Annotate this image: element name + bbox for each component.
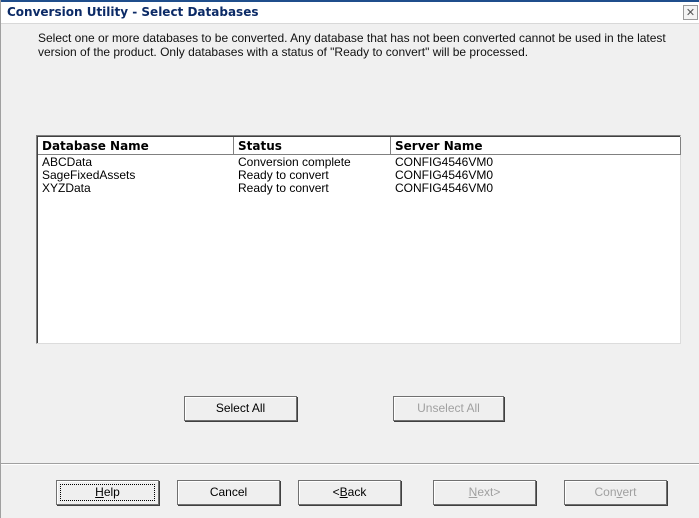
list-header: Database Name Status Server Name <box>38 137 681 155</box>
convert-label-post: ert <box>622 485 637 499</box>
status-cell: Ready to convert <box>238 181 329 195</box>
instructions-text: Select one or more databases to be conve… <box>38 31 666 59</box>
convert-label-pre: Con <box>594 485 617 499</box>
title-bar: Conversion Utility - Select Databases ✕ <box>1 0 699 24</box>
help-button[interactable]: Help <box>56 480 159 505</box>
table-row[interactable]: XYZData Ready to convert CONFIG4546VM0 <box>38 182 679 195</box>
server-name-cell: CONFIG4546VM0 <box>395 181 494 195</box>
back-label-pre: < <box>332 485 340 499</box>
database-name-cell: XYZData <box>42 181 91 195</box>
column-header-status[interactable]: Status <box>234 137 391 155</box>
help-mnemonic: H <box>95 485 104 499</box>
back-button[interactable]: <Back <box>298 480 401 505</box>
list-rows: ABCData Conversion complete CONFIG4546VM… <box>38 156 679 195</box>
column-header-database-name[interactable]: Database Name <box>38 137 234 155</box>
convert-button[interactable]: Convert <box>564 480 667 505</box>
back-label-post: ack <box>347 485 367 499</box>
back-mnemonic: B <box>339 485 348 499</box>
select-all-button[interactable]: Select All <box>184 396 297 421</box>
close-icon[interactable]: ✕ <box>683 5 698 20</box>
window-title: Conversion Utility - Select Databases <box>7 5 259 19</box>
database-list[interactable]: Database Name Status Server Name ABCData… <box>36 135 681 344</box>
next-label-post: ext> <box>477 485 501 499</box>
cancel-button[interactable]: Cancel <box>177 480 280 505</box>
unselect-all-button[interactable]: Unselect All <box>393 396 504 421</box>
footer-separator <box>1 463 699 465</box>
next-button[interactable]: Next> <box>433 480 536 505</box>
conversion-utility-window: Conversion Utility - Select Databases ✕ … <box>0 0 699 518</box>
column-header-server-name[interactable]: Server Name <box>391 137 681 155</box>
help-label-post: elp <box>103 485 120 499</box>
table-row[interactable]: SageFixedAssets Ready to convert CONFIG4… <box>38 169 679 182</box>
